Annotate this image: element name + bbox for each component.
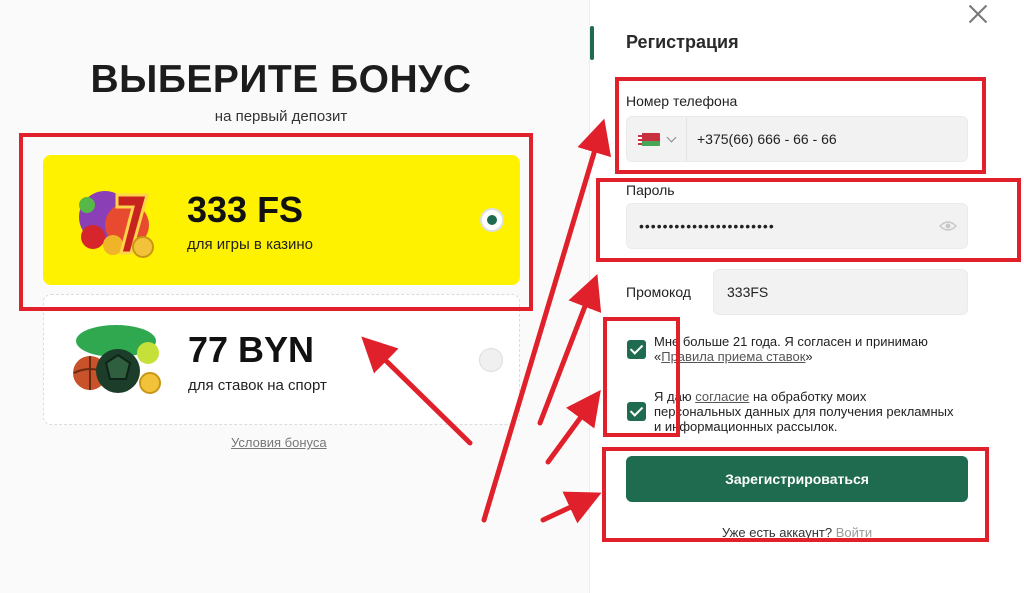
bonus-title: ВЫБЕРИТЕ БОНУС [90,58,472,101]
bonus-description: для игры в казино [187,236,314,253]
promo-input[interactable] [727,270,957,314]
eye-icon[interactable] [939,220,957,232]
belarus-flag-icon [638,132,660,146]
bonus-option-casino[interactable]: 333 FS для игры в казино [43,155,520,285]
promo-label: Промокод [626,284,691,300]
login-link[interactable]: Войти [836,525,872,540]
consent-link[interactable]: согласие [695,389,749,404]
password-field [626,203,968,249]
bonus-radio-unselected[interactable] [479,348,503,372]
betting-rules-link[interactable]: Правила приема ставок [661,349,805,364]
password-label: Пароль [626,182,675,198]
bonus-terms-link[interactable]: Условия бонуса [231,435,327,450]
phone-label: Номер телефона [626,93,738,109]
register-button[interactable]: Зарегистрироваться [626,456,968,502]
accent-bar [590,26,594,60]
phone-input[interactable] [697,117,957,161]
registration-panel: Регистрация Номер телефона Пароль Промок… [589,0,1024,593]
login-prompt: Уже есть аккаунт? Войти [721,525,873,540]
registration-title: Регистрация [626,32,739,52]
bonus-subtitle: на первый депозит [214,108,348,125]
data-consent-text: Я даю согласие на обработку моих персона… [654,389,954,434]
bonus-option-sport[interactable]: 77 BYN для ставок на спорт [43,294,520,425]
close-icon[interactable] [968,4,988,24]
age-consent-text: Мне больше 21 года. Я согласен и принима… [654,334,928,364]
sport-balls-icon [73,325,161,394]
data-consent-checkbox[interactable] [627,402,646,421]
phone-field [626,116,968,162]
country-selector[interactable] [627,117,687,161]
bonus-value: 77 BYN [188,329,315,370]
promo-field [713,269,968,315]
bonus-description: для ставок на спорт [188,377,327,394]
password-input[interactable] [639,204,939,248]
chevron-down-icon [666,132,677,142]
bonus-panel: ВЫБЕРИТЕ БОНУС на первый депозит 333 FS … [0,0,589,593]
bonus-value: 333 FS [187,189,304,230]
bonus-radio-selected[interactable] [480,208,504,232]
age-consent-checkbox[interactable] [627,340,646,359]
slot-fruits-icon [79,191,154,258]
